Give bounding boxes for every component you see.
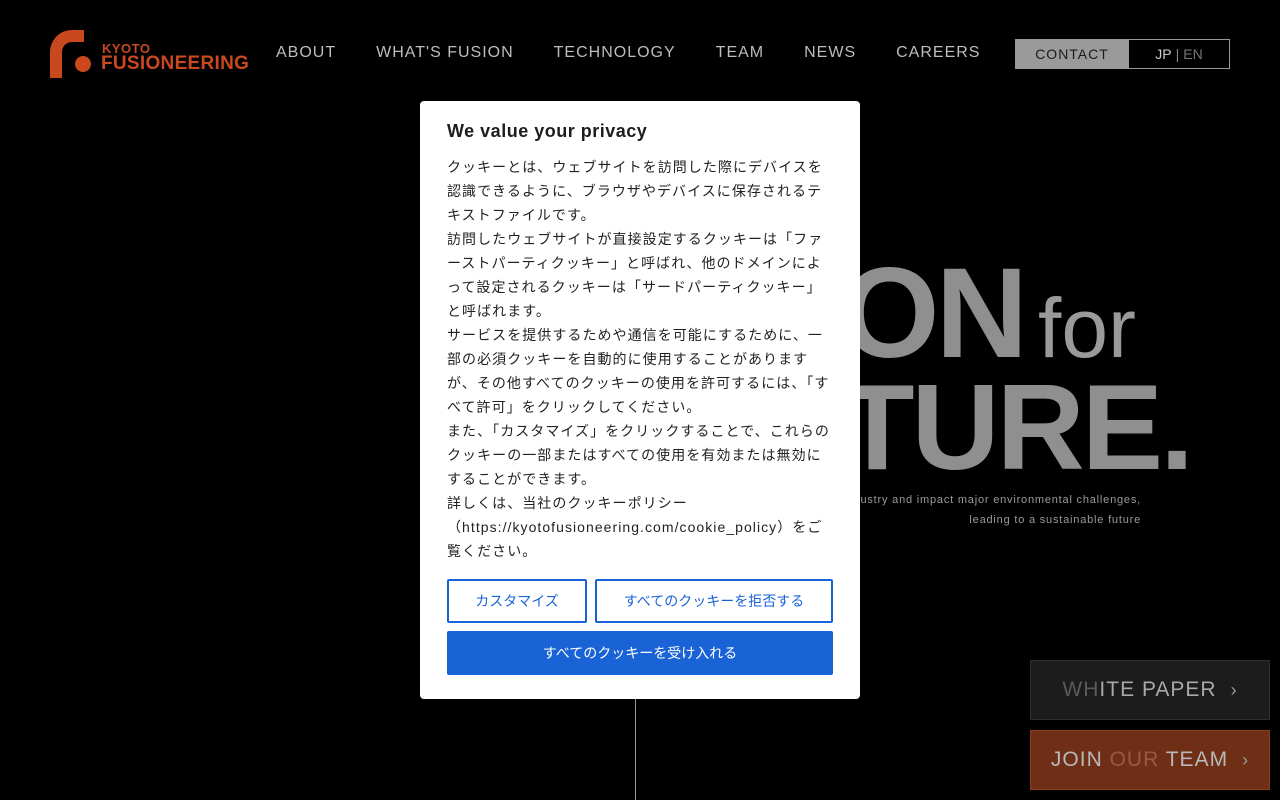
hero-line-2: TURE. [840,365,1191,480]
hero-tagline-2: leading to a sustainable future [969,514,1141,526]
join-our-team-label: JOIN OUR TEAM [1050,748,1229,771]
logo-text-bottom: FUSIONEERING [101,53,250,74]
lang-separator: | [1175,46,1180,62]
scroll-line [635,698,636,800]
cookie-dialog-paragraph: クッキーとは、ウェブサイトを訪問した際にデバイスを認識できるように、ブラウザやデ… [447,159,823,223]
reject-all-button[interactable]: すべてのクッキーを拒否する [595,579,833,623]
hero-line-1-big: ON [840,250,1028,370]
hero-line-1-small: for [1038,281,1137,370]
nav-technology[interactable]: TECHNOLOGY [554,44,676,62]
lang-en[interactable]: EN [1183,46,1202,62]
white-paper-label: WHITE PAPER [1062,678,1217,701]
nav-team[interactable]: TEAM [716,44,764,62]
accept-all-button[interactable]: すべてのクッキーを受け入れる [447,631,833,675]
language-switcher: JP | EN [1128,39,1230,69]
kyoto-fusioneering-logo-icon [50,30,91,78]
chevron-right-icon: › [1230,679,1238,700]
nav-careers[interactable]: CAREERS [896,44,980,62]
cookie-dialog-paragraph: 訪問したウェブサイトが直接設定するクッキーは「ファーストパーティクッキー」と呼ば… [447,231,824,319]
lang-jp[interactable]: JP [1155,46,1171,62]
main-nav: ABOUT WHAT'S FUSION TECHNOLOGY TEAM NEWS… [276,44,980,62]
customize-button[interactable]: カスタマイズ [447,579,587,623]
nav-whats-fusion[interactable]: WHAT'S FUSION [376,44,514,62]
logo[interactable]: KYOTO FUSIONEERING [50,30,249,80]
cookie-dialog-paragraph: 詳しくは、当社のクッキーポリシー（https://kyotofusioneeri… [447,495,823,559]
chevron-right-icon: › [1242,749,1250,770]
contact-button[interactable]: CONTACT [1015,39,1129,69]
cookie-dialog-title: We value your privacy [447,121,648,141]
cookie-button-row: カスタマイズ すべてのクッキーを拒否する [447,579,833,623]
cookie-dialog-paragraph: また、「カスタマイズ」をクリックすることで、これらのクッキーの一部またはすべての… [447,423,830,487]
hero-line-1: ON for [840,250,1136,370]
cookie-dialog-paragraph: サービスを提供するためや通信を可能にするために、一部の必須クッキーを自動的に使用… [447,327,830,415]
white-paper-button[interactable]: WHITE PAPER › [1030,660,1270,720]
cookie-consent-dialog: We value your privacy クッキーとは、ウェブサイトを訪問した… [420,101,860,699]
nav-news[interactable]: NEWS [804,44,856,62]
join-our-team-button[interactable]: JOIN OUR TEAM › [1030,730,1270,790]
hero-tagline-1: industry and impact major environmental … [843,494,1141,506]
nav-about[interactable]: ABOUT [276,44,336,62]
